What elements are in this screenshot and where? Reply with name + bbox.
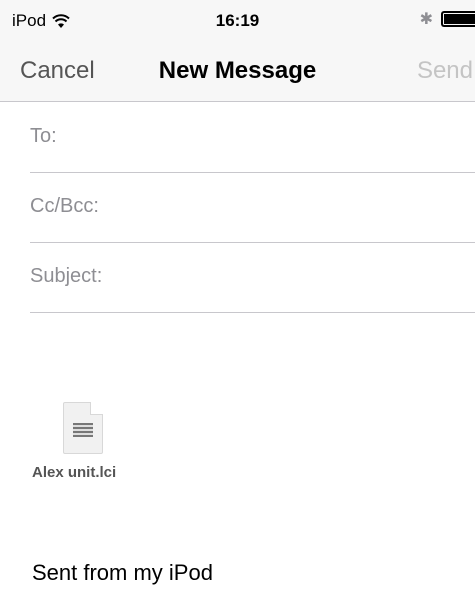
send-button[interactable]: Send (417, 57, 473, 85)
ccbcc-label: Cc/Bcc: (30, 195, 99, 217)
subject-field[interactable]: Subject: (30, 243, 475, 313)
to-label: To: (30, 125, 57, 147)
status-right: ✱ (420, 9, 475, 29)
battery-icon (441, 11, 475, 27)
bluetooth-icon: ✱ (419, 11, 433, 28)
to-input[interactable] (140, 119, 465, 155)
subject-label: Subject: (30, 265, 103, 287)
to-field[interactable]: To: (30, 103, 475, 173)
attachment-file-name: Alex unit.lci (32, 464, 117, 481)
ccbcc-input[interactable] (140, 189, 465, 225)
compose-screen: iPod 16:19 ✱ Cancel New Message Send To:… (0, 0, 475, 600)
message-body-signature[interactable]: Sent from my iPod (32, 560, 213, 586)
ccbcc-field[interactable]: Cc/Bcc: (30, 173, 475, 243)
page-title: New Message (158, 57, 317, 84)
status-time: 16:19 (215, 11, 260, 30)
document-icon[interactable] (63, 402, 103, 454)
file-thumbnail (73, 423, 93, 437)
nav-bar: Cancel New Message Send (0, 40, 475, 102)
subject-input[interactable] (140, 259, 465, 295)
status-bar: iPod 16:19 ✱ (0, 0, 475, 40)
